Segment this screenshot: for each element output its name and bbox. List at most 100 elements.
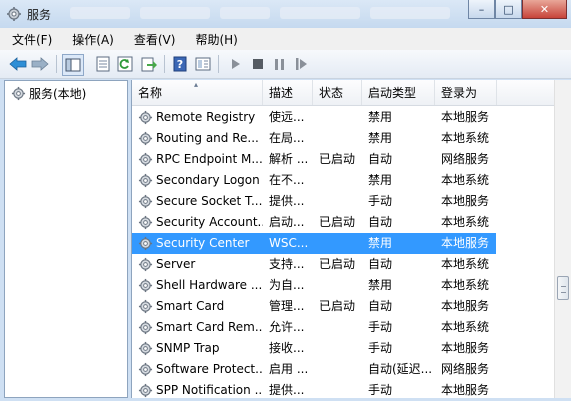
cell-logon-as: 本地服务 bbox=[441, 341, 490, 355]
close-button[interactable]: ✕ bbox=[522, 0, 567, 19]
service-gear-icon bbox=[138, 299, 153, 314]
cell-name: Shell Hardware ... bbox=[156, 278, 263, 292]
cell-status: 已启动 bbox=[319, 152, 356, 166]
cell-logon-as: 本地服务 bbox=[441, 236, 490, 250]
sort-ascending-icon: ▴ bbox=[194, 80, 199, 89]
service-row[interactable]: Security Center WSC... 禁用 本地服务 bbox=[132, 233, 496, 254]
cell-description: 为自... bbox=[269, 278, 305, 292]
cell-logon-as: 本地系统 bbox=[441, 131, 490, 145]
cell-startup-type: 自动 bbox=[368, 215, 393, 229]
cell-name: Remote Registry bbox=[156, 110, 256, 124]
vertical-scrollbar[interactable] bbox=[554, 80, 571, 398]
cell-description: 在局... bbox=[269, 131, 305, 145]
cell-description: 在不... bbox=[269, 173, 305, 187]
tree-item-services-local[interactable]: 服务(本地) bbox=[11, 85, 86, 102]
show-hide-tree-icon[interactable] bbox=[62, 54, 84, 76]
cell-logon-as: 本地系统 bbox=[441, 320, 490, 334]
cell-name: Security Center bbox=[156, 236, 250, 250]
service-row[interactable]: SNMP Trap 接收... 手动 本地服务 bbox=[132, 338, 552, 359]
service-row[interactable]: Routing and Re... 在局... 禁用 本地系统 bbox=[132, 128, 552, 149]
cell-description: 接收... bbox=[269, 341, 305, 355]
cell-status bbox=[319, 317, 364, 338]
cell-name: Server bbox=[156, 257, 196, 271]
column-header-description[interactable]: 描述 bbox=[263, 80, 313, 105]
menu-file[interactable]: 文件(F) bbox=[4, 31, 60, 48]
service-row[interactable]: Secure Socket T... 提供... 手动 本地服务 bbox=[132, 191, 552, 212]
svg-text:?: ? bbox=[177, 58, 183, 71]
service-row[interactable]: Shell Hardware ... 为自... 禁用 本地系统 bbox=[132, 275, 552, 296]
cell-status bbox=[319, 275, 364, 296]
blurred-taskbar-item bbox=[370, 7, 450, 19]
cell-startup-type: 自动 bbox=[368, 299, 393, 313]
cell-description: 解析 ... bbox=[269, 152, 309, 166]
stop-service-icon[interactable] bbox=[249, 55, 267, 73]
service-gear-icon bbox=[138, 173, 153, 188]
service-row[interactable]: Smart Card Rem... 允许... 手动 本地系统 bbox=[132, 317, 552, 338]
service-row[interactable]: Software Protect... 启用 ... 自动(延迟... 网络服务 bbox=[132, 359, 552, 380]
tree-pane: 服务(本地) bbox=[4, 80, 128, 398]
column-header-logon-as[interactable]: 登录为 bbox=[435, 80, 497, 105]
cell-description: 启动... bbox=[269, 215, 305, 229]
service-gear-icon bbox=[138, 131, 153, 146]
properties-icon[interactable] bbox=[94, 55, 112, 73]
cell-description: 支持... bbox=[269, 257, 305, 271]
help-icon[interactable]: ? bbox=[171, 55, 189, 73]
view-icon[interactable] bbox=[194, 55, 212, 73]
cell-status bbox=[319, 359, 364, 380]
cell-status: 已启动 bbox=[319, 257, 356, 271]
toolbar: ? bbox=[0, 50, 571, 79]
menu-view[interactable]: 查看(V) bbox=[126, 31, 184, 48]
column-header-status[interactable]: 状态 bbox=[313, 80, 362, 105]
service-row[interactable]: Remote Registry 使远... 禁用 本地服务 bbox=[132, 107, 552, 128]
export-list-icon[interactable] bbox=[140, 55, 158, 73]
cell-status bbox=[319, 191, 364, 212]
menu-help[interactable]: 帮助(H) bbox=[187, 31, 245, 48]
minimize-button[interactable]: – bbox=[468, 0, 495, 19]
cell-logon-as: 本地系统 bbox=[441, 215, 490, 229]
title-bar: 服务 – □ ✕ bbox=[0, 0, 571, 28]
pause-service-icon[interactable] bbox=[271, 55, 289, 73]
window-title: 服务 bbox=[27, 8, 52, 22]
start-service-icon[interactable] bbox=[227, 55, 245, 73]
cell-startup-type: 手动 bbox=[368, 194, 393, 208]
service-row[interactable]: Smart Card 管理... 已启动 自动 本地服务 bbox=[132, 296, 552, 317]
service-row[interactable]: Server 支持... 已启动 自动 本地系统 bbox=[132, 254, 552, 275]
column-header-name[interactable]: ▴ 名称 bbox=[132, 80, 263, 105]
cell-status: 已启动 bbox=[319, 299, 356, 313]
blurred-taskbar-item bbox=[140, 7, 210, 19]
refresh-icon[interactable] bbox=[116, 55, 134, 73]
cell-name: Security Account... bbox=[156, 215, 263, 229]
maximize-button[interactable]: □ bbox=[495, 0, 522, 19]
cell-startup-type: 自动 bbox=[368, 152, 393, 166]
cell-logon-as: 网络服务 bbox=[441, 362, 490, 376]
cell-status bbox=[319, 233, 364, 254]
cell-logon-as: 网络服务 bbox=[441, 152, 490, 166]
cell-description: 启用 ... bbox=[269, 362, 309, 376]
cell-status bbox=[319, 170, 364, 191]
cell-description: 提供... bbox=[269, 194, 305, 208]
service-gear-icon bbox=[138, 341, 153, 356]
services-list-pane: ▴ 名称 描述 状态 启动类型 登录为 Remote Registry 使远...… bbox=[131, 80, 571, 398]
cell-startup-type: 自动(延迟... bbox=[368, 362, 433, 376]
cell-startup-type: 自动 bbox=[368, 257, 393, 271]
cell-description: 允许... bbox=[269, 320, 305, 334]
menu-action[interactable]: 操作(A) bbox=[64, 31, 122, 48]
tree-item-label: 服务(本地) bbox=[29, 87, 87, 101]
cell-name: Secondary Logon bbox=[156, 173, 260, 187]
cell-status bbox=[319, 107, 364, 128]
forward-arrow-icon[interactable] bbox=[31, 55, 49, 73]
toolbar-separator bbox=[164, 55, 165, 73]
back-arrow-icon[interactable] bbox=[9, 55, 27, 73]
column-header-startup-type[interactable]: 启动类型 bbox=[362, 80, 435, 105]
cell-logon-as: 本地服务 bbox=[441, 299, 490, 313]
services-gear-icon bbox=[11, 86, 26, 101]
service-row[interactable]: Security Account... 启动... 已启动 自动 本地系统 bbox=[132, 212, 552, 233]
service-row[interactable]: RPC Endpoint M... 解析 ... 已启动 自动 网络服务 bbox=[132, 149, 552, 170]
cell-status bbox=[319, 128, 364, 149]
cell-startup-type: 禁用 bbox=[368, 173, 393, 187]
cell-startup-type: 禁用 bbox=[368, 278, 393, 292]
scrollbar-thumb[interactable] bbox=[557, 276, 569, 300]
restart-service-icon[interactable] bbox=[293, 55, 311, 73]
cell-name: Smart Card bbox=[156, 299, 225, 313]
service-row[interactable]: Secondary Logon 在不... 禁用 本地系统 bbox=[132, 170, 552, 191]
